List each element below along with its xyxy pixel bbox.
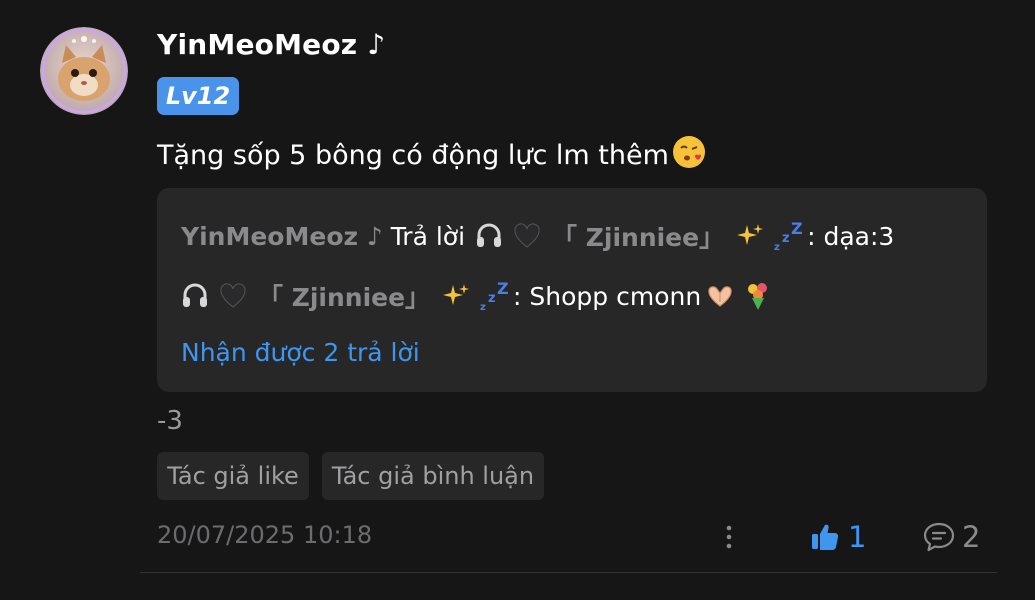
sparkles-icon xyxy=(734,220,766,252)
reply-target-name[interactable]: 「 Zjinniee」 xyxy=(552,218,724,254)
timestamp: 20/07/2025 10:18 xyxy=(157,521,373,549)
comment-body: Tặng sốp 5 bông có động lực lm thêm xyxy=(157,140,669,171)
headphones-icon xyxy=(473,220,505,252)
svg-text:z: z xyxy=(488,291,496,306)
svg-text:z: z xyxy=(480,302,486,312)
like-count: 1 xyxy=(848,520,867,554)
reply-text: : Shopp cmonn xyxy=(513,281,702,311)
comment-text: Tặng sốp 5 bông có động lực lm thêm xyxy=(157,134,707,177)
reply-author[interactable]: YinMeoMeoz ♪ xyxy=(181,222,383,251)
avatar[interactable] xyxy=(40,27,128,115)
avatar-cat-image xyxy=(40,27,128,115)
headphones-icon xyxy=(179,280,211,312)
sparkles-icon xyxy=(440,280,472,312)
reply-item: 「 Zjinniee」 z z Z : Shopp cmonn xyxy=(181,278,777,314)
black-heart-icon xyxy=(511,220,543,252)
extra-text: -3 xyxy=(157,406,183,436)
bouquet-icon xyxy=(742,280,774,312)
comment-button[interactable]: 2 xyxy=(922,517,980,557)
reply-text: : dạa:3 xyxy=(807,221,895,251)
like-button[interactable]: 1 xyxy=(810,517,866,557)
zzz-icon: z z Z xyxy=(478,280,510,312)
heart-hands-icon xyxy=(704,280,736,312)
divider xyxy=(140,572,997,573)
thumbs-up-icon xyxy=(812,524,839,550)
svg-text:Z: Z xyxy=(791,220,803,238)
svg-text:z: z xyxy=(782,231,790,246)
svg-text:Z: Z xyxy=(497,280,509,298)
replies-box[interactable]: YinMeoMeoz ♪ Trả lời 「 Zjinniee」 z z Z:… xyxy=(157,188,987,392)
black-heart-icon xyxy=(217,280,249,312)
author-liked-tag: Tác giả like xyxy=(157,452,309,500)
more-vertical-icon xyxy=(726,525,732,549)
level-badge: Lv12 xyxy=(157,77,239,115)
reply-author[interactable]: 「 Zjinniee」 xyxy=(258,278,430,314)
comment-count: 2 xyxy=(962,520,981,554)
username[interactable]: YinMeoMeoz ♪ xyxy=(157,28,385,61)
svg-text:z: z xyxy=(774,242,780,252)
comment-bubble-icon xyxy=(923,522,955,552)
view-replies-link[interactable]: Nhận được 2 trả lời xyxy=(181,338,420,367)
author-commented-tag: Tác giả bình luận xyxy=(322,452,544,500)
more-options-button[interactable] xyxy=(714,520,744,554)
reply-action: Trả lời xyxy=(390,221,466,251)
zzz-icon: z z Z xyxy=(772,220,804,252)
kissing-face-icon xyxy=(671,134,707,177)
reply-item: YinMeoMeoz ♪ Trả lời 「 Zjinniee」 z z Z:… xyxy=(181,218,894,254)
